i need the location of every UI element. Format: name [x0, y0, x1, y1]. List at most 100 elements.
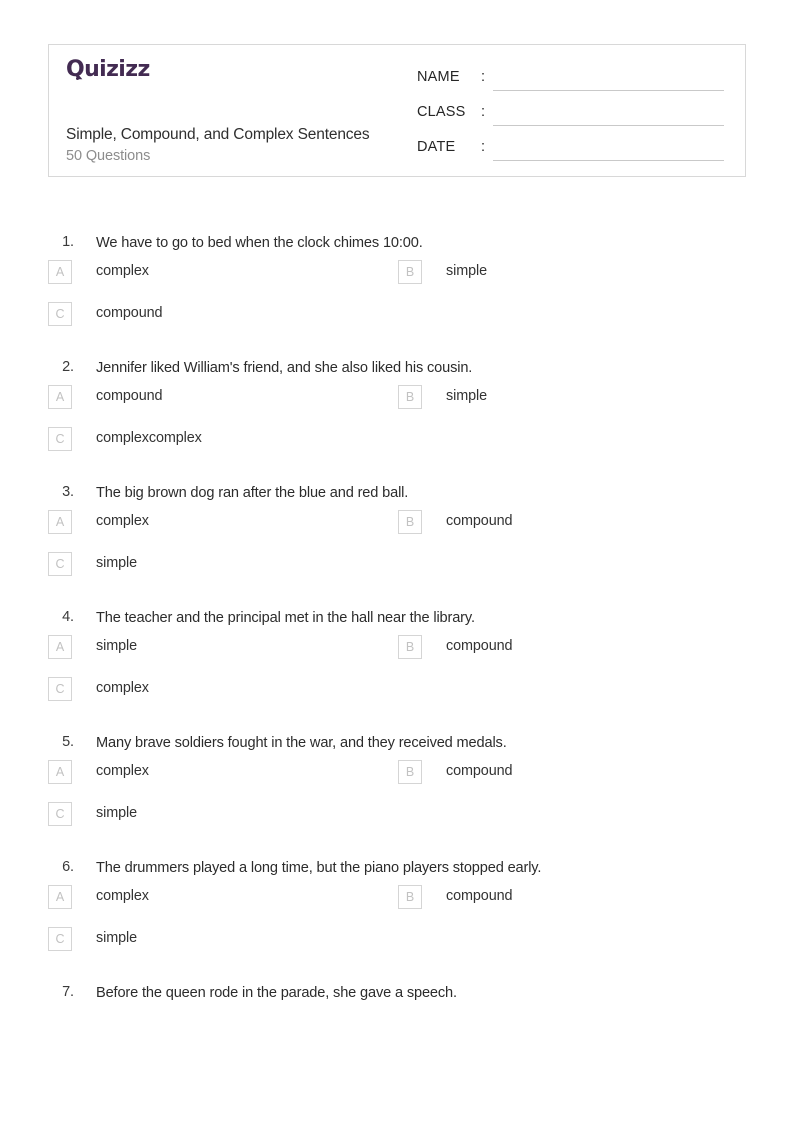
question-number: 3. [62, 484, 74, 500]
question-block: 2. Jennifer liked William's friend, and s… [0, 353, 794, 469]
option-letter-box: B [398, 260, 422, 284]
answer-option-b[interactable]: Bcompound [398, 760, 738, 788]
class-field-input-line[interactable] [493, 125, 724, 126]
question-text: The big brown dog ran after the blue and… [96, 485, 409, 501]
option-label: compound [446, 888, 513, 904]
option-letter-box: A [48, 260, 72, 284]
question-text: We have to go to bed when the clock chim… [96, 235, 423, 251]
date-field-colon: : [481, 139, 486, 155]
class-field-label: CLASS [417, 104, 466, 120]
question-text: The drummers played a long time, but the… [96, 860, 542, 876]
answer-option-b[interactable]: Bcompound [398, 510, 738, 538]
answer-option-c[interactable]: Ccompound [48, 302, 388, 330]
answer-option-c[interactable]: Ccomplexcomplex [48, 427, 388, 455]
name-field-label: NAME [417, 69, 460, 85]
question-number: 4. [62, 609, 74, 625]
question-text: The teacher and the principal met in the… [96, 610, 475, 626]
question-number: 5. [62, 734, 74, 750]
question-block: 4. The teacher and the principal met in t… [0, 603, 794, 719]
option-label: compound [446, 763, 513, 779]
option-letter-box: B [398, 635, 422, 659]
option-row: Csimple [0, 552, 794, 594]
answer-option-b[interactable]: Bcompound [398, 635, 738, 663]
option-label: compound [446, 638, 513, 654]
question-header: 3. The big brown dog ran after the blue a… [0, 478, 794, 510]
answer-option-a[interactable]: Acomplex [48, 760, 388, 788]
answer-option-a[interactable]: Acomplex [48, 885, 388, 913]
option-letter-box: B [398, 510, 422, 534]
option-label: compound [446, 513, 513, 529]
question-header: 6. The drummers played a long time, but t… [0, 853, 794, 885]
name-field-input-line[interactable] [493, 90, 724, 91]
question-block: 6. The drummers played a long time, but t… [0, 853, 794, 969]
option-label: simple [96, 805, 137, 821]
class-field-colon: : [481, 104, 486, 120]
option-letter-box: C [48, 427, 72, 451]
date-field-label: DATE [417, 139, 456, 155]
question-header: 4. The teacher and the principal met in t… [0, 603, 794, 635]
option-letter-box: B [398, 885, 422, 909]
answer-option-c[interactable]: Csimple [48, 802, 388, 830]
option-letter-box: A [48, 635, 72, 659]
answer-option-c[interactable]: Csimple [48, 552, 388, 580]
class-field-row: CLASS : [417, 101, 735, 136]
option-row: Asimple Bcompound [0, 635, 794, 677]
option-row: Csimple [0, 927, 794, 969]
answer-option-b[interactable]: Bsimple [398, 385, 738, 413]
header-brand-block: Quizizz [66, 59, 426, 81]
option-row: Acomplex Bcompound [0, 885, 794, 927]
option-letter-box: B [398, 760, 422, 784]
answer-option-c[interactable]: Csimple [48, 927, 388, 955]
option-letter-box: C [48, 802, 72, 826]
option-row: Csimple [0, 802, 794, 844]
option-label: complex [96, 263, 149, 279]
question-number: 6. [62, 859, 74, 875]
answer-option-a[interactable]: Asimple [48, 635, 388, 663]
option-label: compound [96, 305, 163, 321]
answer-option-c[interactable]: Ccomplex [48, 677, 388, 705]
option-letter-box: A [48, 385, 72, 409]
option-label: complexcomplex [96, 430, 202, 446]
option-letter-box: B [398, 385, 422, 409]
option-row: Acomplex Bsimple [0, 260, 794, 302]
question-number: 2. [62, 359, 74, 375]
option-letter-box: C [48, 552, 72, 576]
answer-option-a[interactable]: Acompound [48, 385, 388, 413]
name-field-colon: : [481, 69, 486, 85]
option-row: Ccomplex [0, 677, 794, 719]
option-row: Acompound Bsimple [0, 385, 794, 427]
option-letter-box: A [48, 510, 72, 534]
option-label: complex [96, 888, 149, 904]
question-header: 5. Many brave soldiers fought in the war,… [0, 728, 794, 760]
quizizz-logo: Quizizz [66, 59, 150, 81]
question-text: Before the queen rode in the parade, she… [96, 985, 457, 1001]
option-label: simple [446, 263, 487, 279]
question-block: 7. Before the queen rode in the parade, s… [0, 978, 794, 1010]
option-label: simple [446, 388, 487, 404]
option-label: simple [96, 555, 137, 571]
worksheet-header-card: Quizizz Simple, Compound, and Complex Se… [48, 44, 746, 177]
option-row: Ccomplexcomplex [0, 427, 794, 469]
answer-option-b[interactable]: Bcompound [398, 885, 738, 913]
question-list: 1. We have to go to bed when the clock ch… [0, 228, 794, 1019]
question-text: Many brave soldiers fought in the war, a… [96, 735, 507, 751]
question-header: 2. Jennifer liked William's friend, and s… [0, 353, 794, 385]
option-label: simple [96, 638, 137, 654]
answer-option-b[interactable]: Bsimple [398, 260, 738, 288]
question-number: 7. [62, 984, 74, 1000]
question-number: 1. [62, 234, 74, 250]
question-block: 3. The big brown dog ran after the blue a… [0, 478, 794, 594]
answer-option-a[interactable]: Acomplex [48, 510, 388, 538]
option-label: simple [96, 930, 137, 946]
date-field-input-line[interactable] [493, 160, 724, 161]
option-row: Ccompound [0, 302, 794, 344]
option-letter-box: A [48, 760, 72, 784]
name-field-row: NAME : [417, 66, 735, 101]
option-row: Acomplex Bcompound [0, 760, 794, 802]
option-letter-box: C [48, 927, 72, 951]
option-letter-box: C [48, 302, 72, 326]
option-label: complex [96, 513, 149, 529]
question-text: Jennifer liked William's friend, and she… [96, 360, 473, 376]
answer-option-a[interactable]: Acomplex [48, 260, 388, 288]
option-letter-box: A [48, 885, 72, 909]
